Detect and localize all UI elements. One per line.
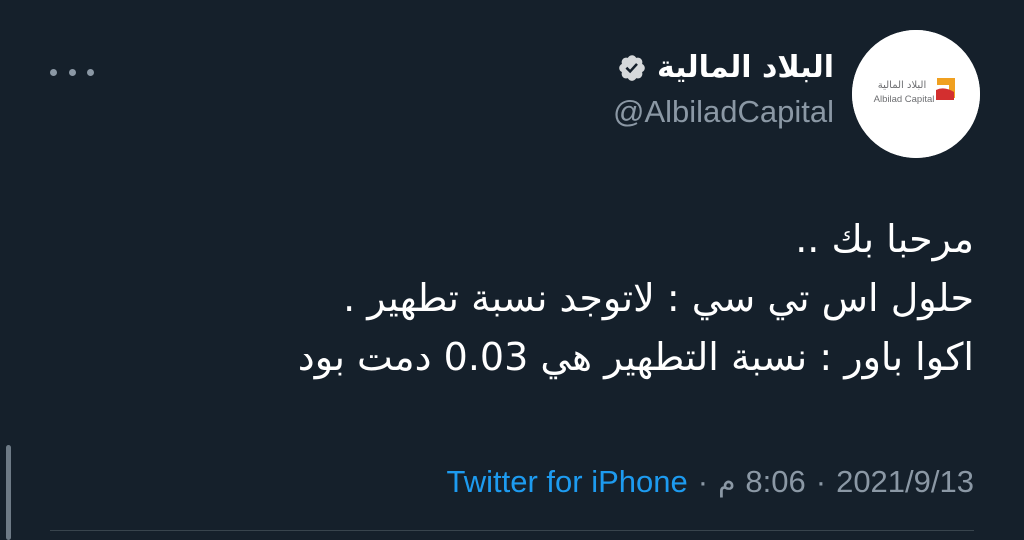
- tweet-date[interactable]: 2021/9/13: [836, 462, 974, 502]
- albilad-logo-icon: البلاد المالية Albilad Capital: [852, 30, 980, 158]
- author-handle[interactable]: @AlbiladCapital: [613, 92, 834, 132]
- avatar-logo-arabic: البلاد المالية: [878, 80, 927, 91]
- tweet-text-line: اكوا باور : نسبة التطهير هي 0.03 دمت بود: [297, 335, 974, 379]
- more-options-button[interactable]: [50, 60, 94, 84]
- scrollbar[interactable]: [6, 445, 11, 540]
- tweet-source-link[interactable]: Twitter for iPhone: [447, 462, 688, 502]
- avatar[interactable]: البلاد المالية Albilad Capital: [852, 30, 980, 158]
- verified-badge-icon: [619, 55, 645, 81]
- tweet-text-line: حلول اس تي سي : لاتوجد نسبة تطهير .: [343, 276, 974, 320]
- more-dot: [50, 68, 57, 76]
- display-name[interactable]: البلاد المالية: [657, 48, 834, 88]
- avatar-logo-english: Albilad Capital: [874, 94, 935, 105]
- name-row: البلاد المالية: [613, 48, 834, 88]
- tweet-detail: البلاد المالية Albilad Capital البلاد ال…: [0, 0, 1024, 540]
- more-dot: [68, 68, 76, 76]
- tweet-text-line: مرحبا بك ..: [795, 217, 974, 261]
- tweet-time[interactable]: 8:06: [745, 462, 805, 502]
- meta-separator: ·: [815, 464, 827, 499]
- tweet-meta: 2021/9/13 · 8:06 م · Twitter for iPhone: [447, 462, 974, 502]
- divider: [50, 530, 974, 531]
- meta-separator: ·: [697, 464, 709, 499]
- more-dot: [87, 68, 94, 76]
- tweet-text: مرحبا بك .. حلول اس تي سي : لاتوجد نسبة …: [154, 210, 974, 387]
- tweet-time-ampm: م: [718, 465, 736, 498]
- author-block[interactable]: البلاد المالية @AlbiladCapital: [613, 48, 834, 132]
